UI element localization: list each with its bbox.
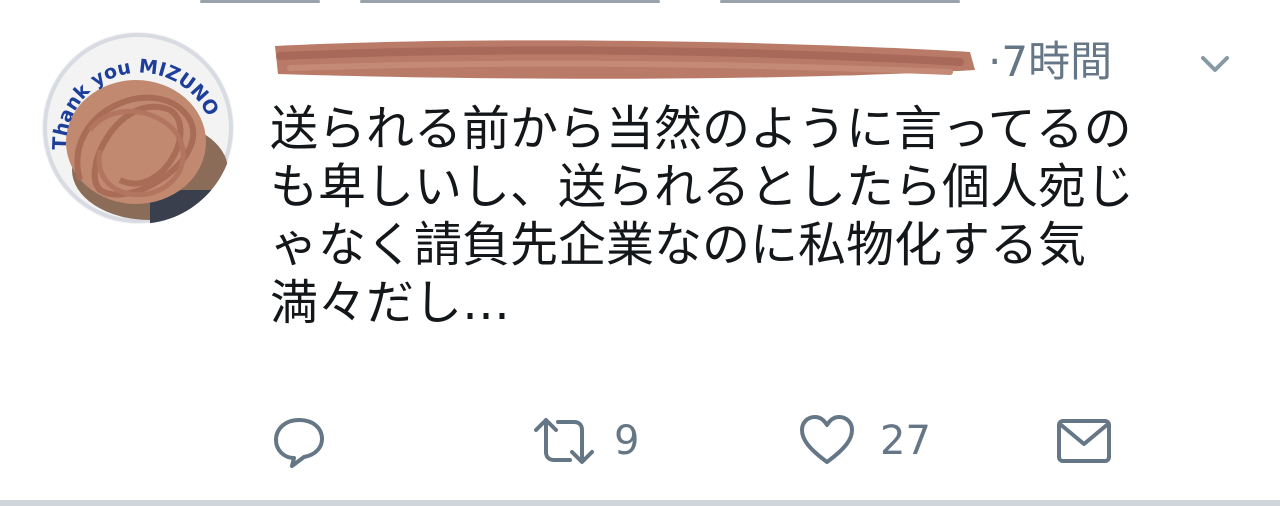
tweet-header: ·7時間	[270, 30, 1260, 96]
heart-icon	[800, 415, 854, 464]
reply-button[interactable]	[270, 408, 350, 474]
tweet-actions: 9 27	[270, 408, 1170, 474]
tweet-card[interactable]: Thank you MIZUNO ·7時間 送られる前から当然のように言ってるの…	[0, 0, 1280, 506]
tweet-body-line: ゃなく請負先企業なのに私物化する気	[270, 217, 1087, 273]
avatar[interactable]: Thank you MIZUNO	[40, 30, 236, 226]
retweet-button[interactable]: 9	[532, 408, 639, 474]
direct-message-button[interactable]	[1056, 408, 1112, 474]
tweet-body-line: 満々だし…	[270, 275, 511, 331]
message-icon	[1057, 419, 1111, 463]
previous-tweet-edge	[200, 0, 980, 6]
avatar-image: Thank you MIZUNO	[42, 32, 234, 224]
like-button[interactable]: 27	[798, 408, 931, 474]
reply-icon	[274, 418, 324, 468]
tweet-body-line: 送られる前から当然のように言ってるの	[270, 101, 1132, 157]
tweet-timestamp[interactable]: ·7時間	[988, 36, 1112, 88]
redacted-username	[275, 40, 975, 79]
retweet-icon	[534, 418, 594, 464]
retweet-count: 9	[614, 418, 640, 464]
chevron-down-icon[interactable]	[1195, 44, 1235, 84]
tweet-body-line: も卑しいし、送られるとしたら個人宛じ	[270, 159, 1135, 215]
tweet-body: 送られる前から当然のように言ってるの も卑しいし、送られるとしたら個人宛じ ゃな…	[270, 100, 1245, 332]
divider	[0, 500, 1280, 506]
like-count: 27	[880, 418, 931, 464]
